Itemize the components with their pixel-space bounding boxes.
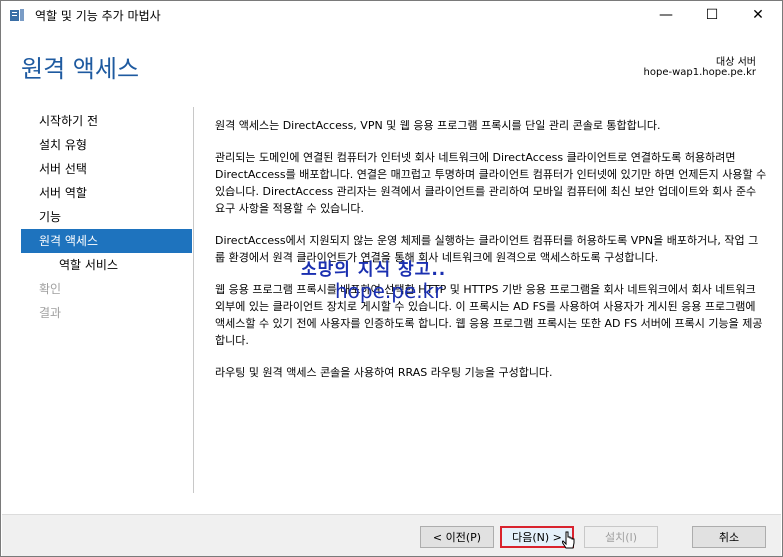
mouse-cursor-icon (562, 531, 575, 549)
nav-item-remote-access[interactable]: 원격 액세스 (21, 229, 192, 253)
title-bar: 역할 및 기능 추가 마법사 — ☐ ✕ (1, 1, 782, 29)
window-title: 역할 및 기능 추가 마법사 (35, 9, 161, 23)
description-panel: 원격 액세스는 DirectAccess, VPN 및 웹 응용 프로그램 프록… (215, 117, 767, 396)
nav-divider (193, 107, 194, 493)
nav-item-results: 결과 (39, 306, 62, 320)
nav-item-before-you-begin[interactable]: 시작하기 전 (21, 109, 192, 133)
description-paragraph: DirectAccess에서 지원되지 않는 운영 체제를 실행하는 클라이언트… (215, 234, 759, 264)
nav-item-confirmation: 확인 (39, 282, 62, 296)
maximize-button[interactable]: ☐ (689, 1, 735, 29)
description-paragraph: 원격 액세스는 DirectAccess, VPN 및 웹 응용 프로그램 프록… (215, 119, 661, 132)
wizard-nav: 시작하기 전 설치 유형 서버 선택 서버 역할 기능 원격 액세스 역할 서비… (21, 109, 192, 325)
target-server-label: 대상 서버 (716, 57, 756, 68)
description-paragraph: 관리되는 도메인에 연결된 컴퓨터가 인터넷 회사 네트워크에 DirectAc… (215, 151, 767, 215)
minimize-button[interactable]: — (643, 1, 689, 29)
nav-item-server-roles[interactable]: 서버 역할 (21, 181, 192, 205)
nav-item-installation-type[interactable]: 설치 유형 (21, 133, 192, 157)
install-button: 설치(I) (584, 526, 658, 548)
server-manager-icon (10, 9, 24, 21)
nav-item-role-services[interactable]: 역할 서비스 (21, 253, 192, 277)
description-paragraph: 라우팅 및 원격 액세스 콘솔을 사용하여 RRAS 라우팅 기능을 구성합니다… (215, 366, 553, 379)
target-server-host: hope-wap1.hope.pe.kr (643, 67, 756, 78)
close-button[interactable]: ✕ (735, 1, 781, 29)
footer-bar: < 이전(P) 다음(N) > 설치(I) 취소 (2, 515, 781, 556)
cancel-button[interactable]: 취소 (692, 526, 766, 548)
nav-item-server-selection[interactable]: 서버 선택 (21, 157, 192, 181)
description-paragraph: 웹 응용 프로그램 프록시를 배포하여 선택한 HTTP 및 HTTPS 기반 … (215, 283, 763, 347)
watermark-url: hope.pe.kr (335, 279, 443, 303)
previous-button[interactable]: < 이전(P) (420, 526, 494, 548)
page-title: 원격 액세스 (21, 55, 140, 83)
nav-item-features[interactable]: 기능 (21, 205, 192, 229)
watermark-text: 소망의 지식 창고.. (301, 260, 447, 280)
wizard-window: 역할 및 기능 추가 마법사 — ☐ ✕ 원격 액세스 대상 서버 hope-w… (0, 0, 783, 557)
